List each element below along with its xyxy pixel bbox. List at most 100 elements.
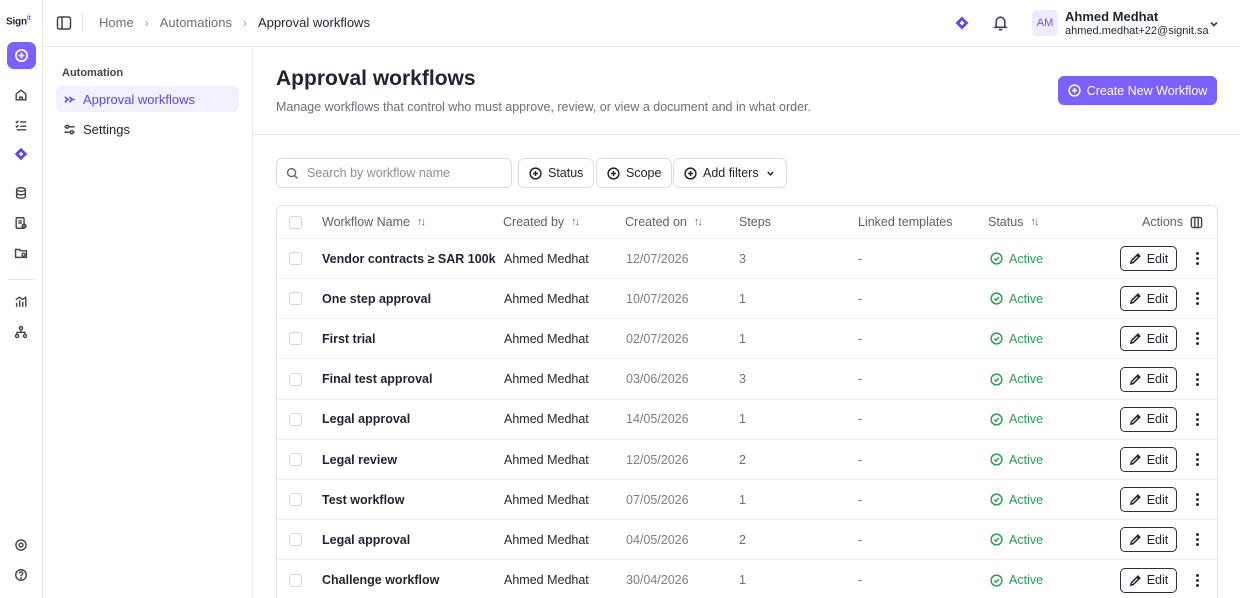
select-all-checkbox[interactable] <box>289 206 302 238</box>
more-options-icon[interactable] <box>1190 480 1204 519</box>
columns-icon[interactable] <box>1190 206 1203 238</box>
status-label: Active <box>1009 532 1044 547</box>
edit-button[interactable]: Edit <box>1120 366 1177 392</box>
tasks-icon[interactable] <box>12 116 30 134</box>
created-by: Ahmed Medhat <box>504 492 589 507</box>
workflow-name[interactable]: Legal approval <box>322 520 410 559</box>
more-options-icon[interactable] <box>1190 400 1204 439</box>
workflow-name[interactable]: One step approval <box>322 279 431 318</box>
automation-icon[interactable] <box>12 145 30 163</box>
edit-button-cell: Edit <box>1120 319 1177 358</box>
edit-button[interactable]: Edit <box>1120 527 1177 553</box>
database-icon[interactable] <box>12 184 30 202</box>
edit-button[interactable]: Edit <box>1120 487 1177 513</box>
edit-button[interactable]: Edit <box>1120 406 1177 432</box>
linked-templates: - <box>858 532 863 547</box>
more-options-icon[interactable] <box>1190 561 1204 598</box>
row-checkbox[interactable] <box>289 400 302 439</box>
more-options-icon[interactable] <box>1190 279 1204 318</box>
home-icon[interactable] <box>12 86 30 104</box>
sort-icon[interactable]: ↑↓ <box>571 216 580 228</box>
add-circle-icon <box>1068 84 1081 97</box>
breadcrumb-automations[interactable]: Automations <box>160 15 232 30</box>
steps-count: 1 <box>739 573 746 588</box>
edit-button[interactable]: Edit <box>1120 286 1177 312</box>
row-checkbox[interactable] <box>289 440 302 479</box>
sort-icon[interactable]: ↑↓ <box>417 216 426 228</box>
row-checkbox[interactable] <box>289 520 302 559</box>
chevron-right-icon: › <box>144 15 149 30</box>
workflow-name[interactable]: Challenge workflow <box>322 561 439 598</box>
sidebar-item-label: Approval workflows <box>83 91 195 107</box>
bell-icon[interactable] <box>992 14 1010 32</box>
row-checkbox[interactable] <box>289 279 302 318</box>
user-name[interactable]: Ahmed Medhat <box>1065 9 1158 24</box>
column-header-created-on[interactable]: Created on ↑↓ <box>625 206 703 238</box>
user-email: ahmed.medhat+22@signit.sa <box>1065 25 1209 37</box>
created-on: 04/05/2026 <box>626 532 689 547</box>
breadcrumb: Home › Automations › Approval workflows <box>99 15 370 30</box>
edit-button[interactable]: Edit <box>1120 326 1177 352</box>
workflow-name[interactable]: First trial <box>322 319 376 358</box>
sort-icon[interactable]: ↑↓ <box>694 216 703 228</box>
row-checkbox[interactable] <box>289 480 302 519</box>
edit-label: Edit <box>1146 452 1169 467</box>
more-options-icon[interactable] <box>1190 319 1204 358</box>
column-header-name[interactable]: Workflow Name ↑↓ <box>322 206 426 238</box>
more-options-icon[interactable] <box>1190 239 1204 278</box>
column-header-steps: Steps <box>739 215 771 229</box>
row-checkbox[interactable] <box>289 561 302 598</box>
icon-rail: Signit <box>0 0 43 598</box>
more-options-icon[interactable] <box>1190 520 1204 559</box>
column-header-created-by[interactable]: Created by ↑↓ <box>503 206 580 238</box>
create-workflow-button[interactable]: Create New Workflow <box>1058 76 1217 105</box>
sliders-icon <box>63 123 76 136</box>
linked-templates: - <box>858 291 863 306</box>
automation-shortcut-icon[interactable] <box>954 15 970 31</box>
sidebar-item-approval-workflows[interactable]: Approval workflows <box>56 86 239 112</box>
row-checkbox[interactable] <box>289 239 302 278</box>
scope-filter-button[interactable]: Scope <box>596 158 673 188</box>
sidebar-item-settings[interactable]: Settings <box>56 116 239 142</box>
edit-button[interactable]: Edit <box>1120 246 1177 271</box>
settings-icon[interactable] <box>12 536 30 554</box>
add-circle-icon[interactable] <box>7 42 36 69</box>
status-badge: Active <box>990 239 1043 278</box>
workflow-name[interactable]: Legal approval <box>322 400 410 439</box>
add-filters-button[interactable]: Add filters <box>673 158 787 188</box>
workflow-name[interactable]: Test workflow <box>322 480 404 519</box>
search-input[interactable] <box>307 166 507 180</box>
app-logo[interactable]: Signit <box>6 15 31 27</box>
sidebar-toggle-icon[interactable] <box>56 15 72 31</box>
column-header-status[interactable]: Status ↑↓ <box>988 206 1039 238</box>
status-filter-button[interactable]: Status <box>518 158 595 188</box>
header-divider <box>254 134 1240 135</box>
status-label: Active <box>1009 331 1044 346</box>
search-box[interactable] <box>276 158 512 188</box>
created-by: Ahmed Medhat <box>504 291 589 306</box>
workflow-name[interactable]: Vendor contracts ≥ SAR 100k <box>322 239 496 278</box>
chevron-down-icon[interactable] <box>1208 17 1220 29</box>
documents-icon[interactable] <box>12 214 30 232</box>
linked-templates: - <box>858 452 863 467</box>
pencil-icon <box>1129 333 1141 345</box>
more-options-icon[interactable] <box>1190 440 1204 479</box>
avatar[interactable]: AM <box>1032 10 1058 36</box>
analytics-icon[interactable] <box>12 293 30 311</box>
created-on: 12/05/2026 <box>626 452 689 467</box>
steps-count: 2 <box>739 532 746 547</box>
folder-icon[interactable] <box>12 244 30 262</box>
sort-icon[interactable]: ↑↓ <box>1030 216 1039 228</box>
row-checkbox[interactable] <box>289 319 302 358</box>
edit-button[interactable]: Edit <box>1120 447 1177 472</box>
workflow-name[interactable]: Final test approval <box>322 360 432 399</box>
workflow-name[interactable]: Legal review <box>322 440 397 479</box>
row-checkbox[interactable] <box>289 360 302 399</box>
help-icon[interactable] <box>12 566 30 584</box>
edit-button[interactable]: Edit <box>1120 567 1177 593</box>
more-options-icon[interactable] <box>1190 360 1204 399</box>
pencil-icon <box>1129 293 1141 305</box>
created-on: 03/06/2026 <box>626 372 689 387</box>
hierarchy-icon[interactable] <box>12 323 30 341</box>
breadcrumb-home[interactable]: Home <box>99 15 134 30</box>
